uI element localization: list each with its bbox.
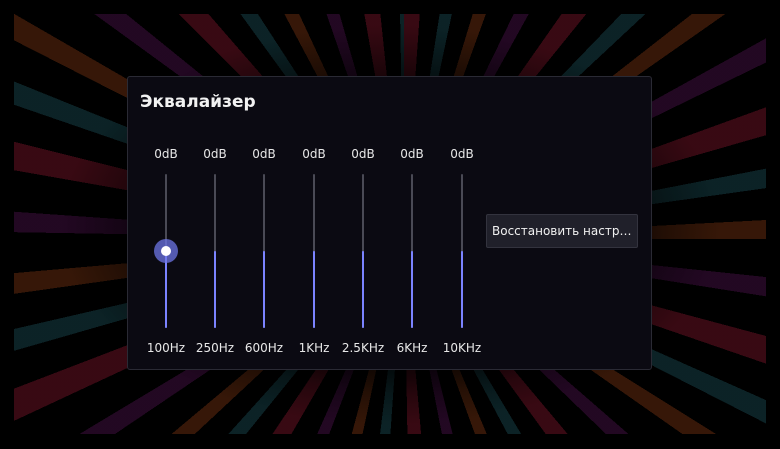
band-frequency-label: 10KHz: [442, 341, 482, 355]
slider-fill: [214, 251, 216, 328]
slider-fill: [411, 251, 413, 328]
eq-slider-600hz[interactable]: [263, 174, 265, 328]
eq-slider-250hz[interactable]: [214, 174, 216, 328]
band-gain-label: 0dB: [450, 147, 474, 161]
dialog-title: Эквалайзер: [140, 92, 256, 112]
eq-slider-10khz[interactable]: [461, 174, 463, 328]
slider-fill: [313, 251, 315, 328]
eq-band-10khz: 0dB 10KHz: [432, 143, 492, 361]
slider-fill: [263, 251, 265, 328]
tv-screen: Эквалайзер 0dB 100Hz 0dB 250Hz 0dB 600Hz: [0, 0, 780, 449]
slider-thumb[interactable]: [154, 239, 178, 263]
eq-slider-2-5khz[interactable]: [362, 174, 364, 328]
eq-slider-6khz[interactable]: [411, 174, 413, 328]
reset-settings-button[interactable]: Восстановить настро…: [486, 214, 638, 248]
equalizer-dialog: Эквалайзер 0dB 100Hz 0dB 250Hz 0dB 600Hz: [127, 76, 652, 370]
eq-slider-100hz[interactable]: [154, 174, 178, 328]
slider-fill: [461, 251, 463, 328]
slider-fill: [362, 251, 364, 328]
eq-slider-1khz[interactable]: [313, 174, 315, 328]
